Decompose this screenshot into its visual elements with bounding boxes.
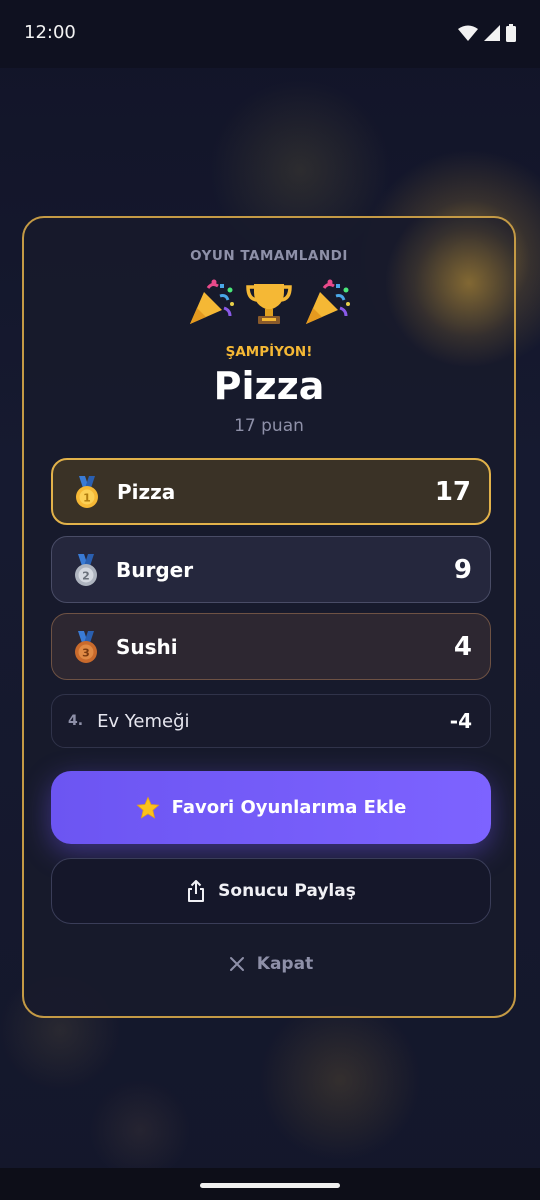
- cell-signal-icon: [484, 25, 500, 41]
- wifi-icon: [458, 25, 478, 41]
- add-to-favorites-button[interactable]: Favori Oyunlarıma Ekle: [51, 771, 491, 844]
- ranking-position: 4.: [68, 713, 84, 729]
- share-result-button[interactable]: Sonucu Paylaş: [51, 858, 491, 924]
- status-icons: [458, 24, 516, 42]
- navigation-bar: [0, 1168, 540, 1200]
- ranking-row-2: 2 Burger 9: [51, 536, 491, 603]
- ranking-name: Pizza: [117, 479, 176, 504]
- close-label: Kapat: [256, 954, 314, 974]
- trophy-icon: [246, 284, 292, 324]
- ranking-row-4: 4. Ev Yemeği -4: [51, 694, 491, 748]
- share-result-label: Sonucu Paylaş: [218, 881, 356, 901]
- silver-medal-icon: 2: [75, 553, 97, 586]
- status-time: 12:00: [24, 22, 76, 43]
- home-indicator[interactable]: [200, 1183, 340, 1188]
- close-button[interactable]: Kapat: [214, 946, 328, 982]
- status-bar: 12:00: [0, 0, 540, 68]
- star-icon: [136, 795, 160, 819]
- add-to-favorites-label: Favori Oyunlarıma Ekle: [171, 797, 407, 818]
- ranking-score: 9: [453, 554, 472, 585]
- ranking-name: Sushi: [116, 634, 178, 659]
- ranking-row-3: 3 Sushi 4: [51, 613, 491, 680]
- bronze-medal-icon: 3: [75, 630, 97, 663]
- svg-text:2: 2: [82, 569, 90, 582]
- ranking-score: 17: [434, 476, 471, 507]
- game-completed-label: OYUN TAMAMLANDI: [190, 248, 348, 264]
- battery-icon: [506, 24, 516, 42]
- gold-medal-icon: 1: [76, 475, 98, 508]
- ranking-name: Ev Yemeği: [97, 710, 190, 732]
- svg-text:3: 3: [82, 646, 90, 659]
- party-popper-icon: [190, 279, 234, 324]
- celebration-emoji-row: [24, 278, 514, 328]
- ranking-row-1: 1 Pizza 17: [51, 458, 491, 525]
- party-popper-icon: [306, 279, 350, 324]
- winner-points: 17 puan: [234, 416, 304, 436]
- winner-name: Pizza: [213, 364, 325, 408]
- ranking-name: Burger: [116, 557, 194, 582]
- game-result-dialog: OYUN TAMAMLANDI ŞAMPİYON! Pizza 17 puan …: [22, 216, 516, 1018]
- ranking-score: 4: [453, 631, 472, 662]
- ranking-score: -4: [449, 709, 472, 733]
- svg-text:1: 1: [83, 491, 91, 504]
- share-icon: [188, 880, 205, 902]
- champion-label: ŞAMPİYON!: [225, 344, 313, 360]
- close-icon: [229, 957, 244, 971]
